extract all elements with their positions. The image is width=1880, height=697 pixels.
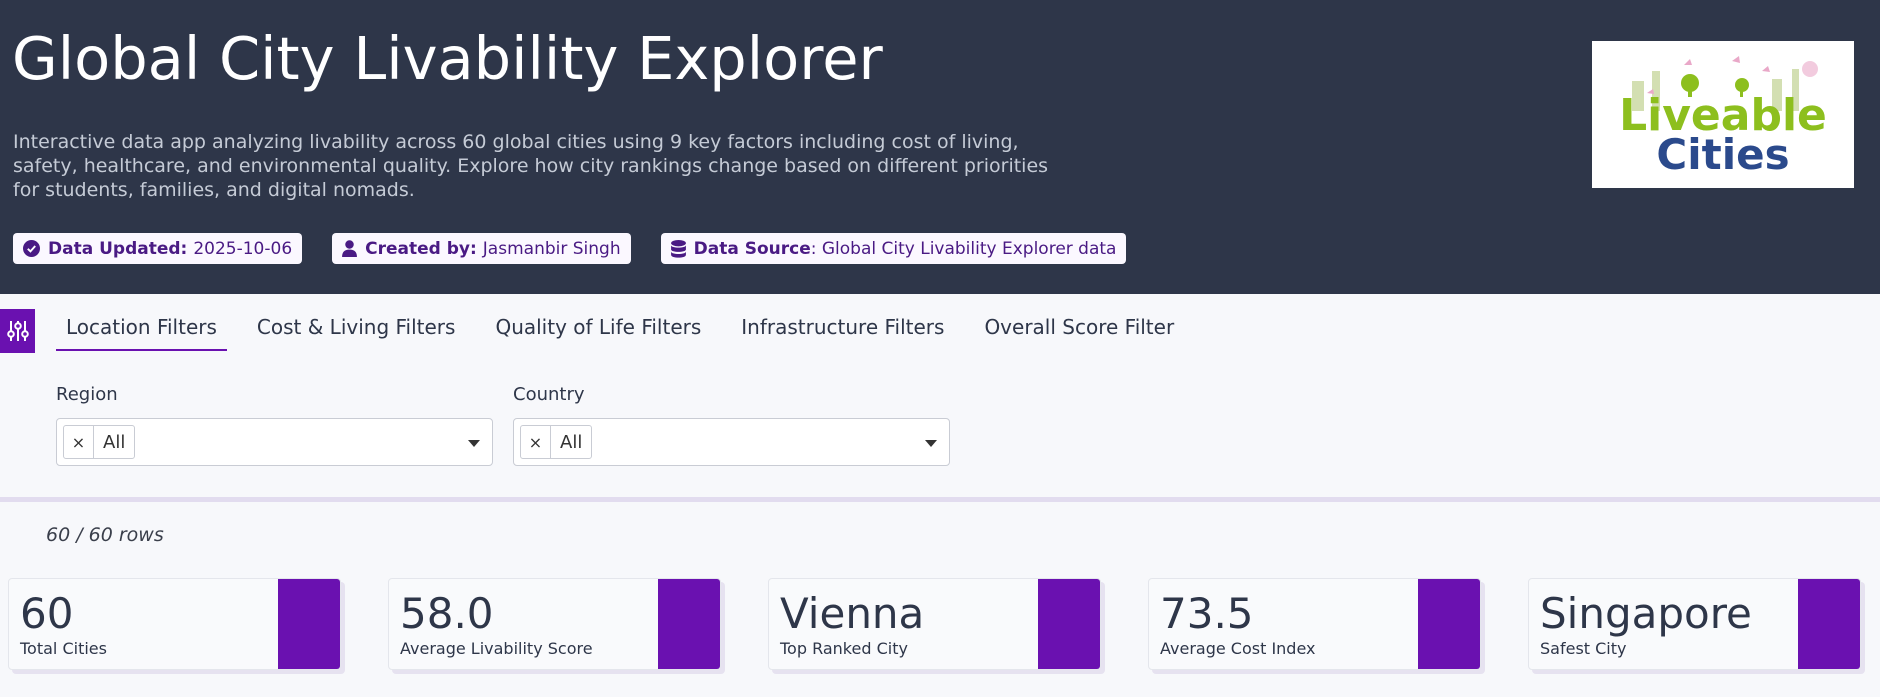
kpi-accent [658, 579, 720, 669]
logo-text-cities: Cities [1656, 130, 1789, 179]
kpi-label: Average Livability Score [400, 639, 593, 658]
tab-overall-score-filter[interactable]: Overall Score Filter [974, 311, 1184, 351]
country-chevron-down-icon[interactable] [925, 440, 937, 447]
info-badges: Data Updated: 2025-10-06 Created by: Jas… [13, 233, 1156, 264]
country-chip-remove-icon[interactable]: × [521, 426, 551, 458]
kpi-label: Safest City [1540, 639, 1627, 658]
created-by-value: Jasmanbir Singh [482, 238, 621, 259]
kpi-card-total-cities: 60 Total Cities [8, 578, 341, 670]
country-chip-value: All [560, 431, 583, 453]
kpi-card-top-ranked-city: Vienna Top Ranked City [768, 578, 1101, 670]
tab-location-filters[interactable]: Location Filters [56, 311, 227, 351]
filter-tabs: Location Filters Cost & Living Filters Q… [56, 311, 1204, 351]
logo-image: Liveable Cities [1619, 56, 1827, 179]
created-by-label: Created by: [365, 238, 477, 259]
kpi-label: Average Cost Index [1160, 639, 1316, 658]
data-source-badge: Data Source : Global City Livability Exp… [660, 233, 1127, 264]
region-label: Region [56, 384, 118, 405]
sliders-icon[interactable] [0, 309, 35, 353]
tab-cost-living-filters[interactable]: Cost & Living Filters [247, 311, 466, 351]
created-by-badge: Created by: Jasmanbir Singh [332, 233, 631, 264]
data-updated-value: 2025-10-06 [193, 238, 293, 259]
kpi-value: Vienna [780, 589, 925, 638]
kpi-card-safest-city: Singapore Safest City [1528, 578, 1861, 670]
kpi-value: 73.5 [1160, 589, 1254, 638]
region-chevron-down-icon[interactable] [468, 440, 480, 447]
kpi-value: 58.0 [400, 589, 494, 638]
kpi-accent [1038, 579, 1100, 669]
kpi-accent [278, 579, 340, 669]
kpi-value: 60 [20, 589, 74, 638]
data-source-label: Data Source [693, 238, 811, 259]
kpi-accent [1798, 579, 1860, 669]
row-count: 60 / 60 rows [46, 524, 164, 546]
region-chip-value: All [103, 431, 126, 453]
country-select[interactable]: × All [513, 418, 950, 466]
page-description: Interactive data app analyzing livabilit… [13, 131, 1049, 201]
region-chip: × All [63, 425, 136, 459]
check-circle-icon [23, 240, 40, 257]
user-icon [342, 240, 358, 257]
kpi-label: Total Cities [20, 639, 107, 658]
app-header: Global City Livability Explorer Interact… [0, 0, 1880, 294]
data-updated-label: Data Updated: [48, 238, 188, 259]
page-title: Global City Livability Explorer [12, 24, 883, 93]
country-label: Country [513, 384, 585, 405]
database-icon [670, 239, 686, 258]
region-chip-remove-icon[interactable]: × [64, 426, 94, 458]
filter-panel: Location Filters Cost & Living Filters Q… [0, 294, 1880, 497]
tab-quality-of-life-filters[interactable]: Quality of Life Filters [485, 311, 711, 351]
data-source-value: : Global City Livability Explorer data [810, 238, 1117, 259]
kpi-value: Singapore [1540, 589, 1752, 638]
region-select[interactable]: × All [56, 418, 493, 466]
section-divider [0, 497, 1880, 502]
tab-infrastructure-filters[interactable]: Infrastructure Filters [731, 311, 954, 351]
kpi-label: Top Ranked City [780, 639, 908, 658]
kpi-accent [1418, 579, 1480, 669]
data-updated-badge: Data Updated: 2025-10-06 [13, 233, 303, 264]
kpi-card-average-livability: 58.0 Average Livability Score [388, 578, 721, 670]
liveable-cities-logo: Liveable Cities [1592, 41, 1854, 188]
kpi-card-average-cost-index: 73.5 Average Cost Index [1148, 578, 1481, 670]
country-chip: × All [520, 425, 593, 459]
